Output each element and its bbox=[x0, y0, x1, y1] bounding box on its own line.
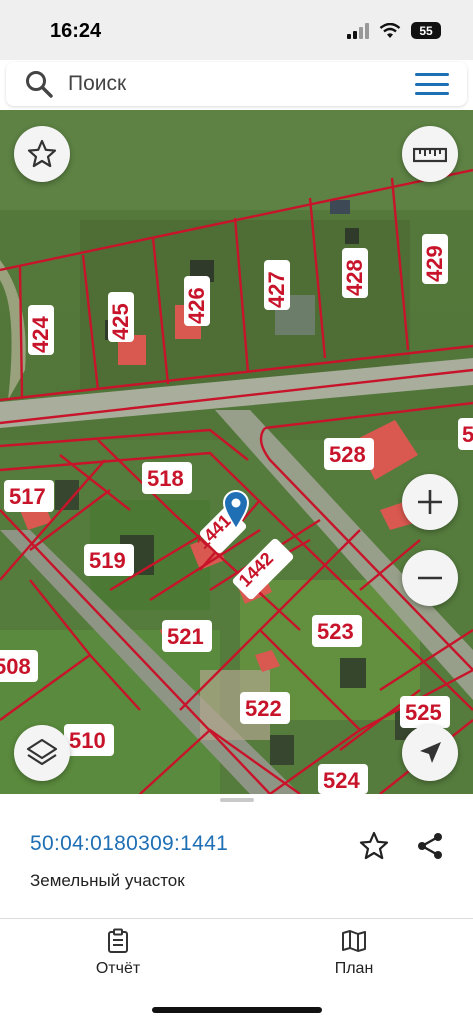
parcel-label-508[interactable]: 508 bbox=[0, 650, 38, 682]
parcel-label-424[interactable]: 424 bbox=[28, 305, 54, 355]
status-time: 16:24 bbox=[50, 20, 102, 42]
svg-text:522: 522 bbox=[245, 696, 282, 721]
parcel-label-428[interactable]: 428 bbox=[342, 248, 368, 298]
satellite-map[interactable]: 424 425 426 427 428 429 528 517 518 1441… bbox=[0, 110, 473, 794]
tab-bar-divider bbox=[0, 918, 473, 919]
svg-text:426: 426 bbox=[184, 287, 209, 324]
svg-text:517: 517 bbox=[9, 484, 46, 509]
parcel-label-427[interactable]: 427 bbox=[264, 260, 290, 310]
zoom-in-button[interactable] bbox=[402, 474, 458, 530]
favorite-map-button[interactable] bbox=[14, 126, 70, 182]
svg-text:508: 508 bbox=[0, 654, 31, 679]
layers-button[interactable] bbox=[14, 725, 70, 781]
plus-icon bbox=[418, 490, 442, 514]
svg-text:425: 425 bbox=[108, 303, 133, 340]
sheet-drag-handle[interactable] bbox=[220, 798, 254, 802]
svg-text:428: 428 bbox=[342, 259, 367, 296]
parcel-label-519[interactable]: 519 bbox=[84, 544, 134, 576]
svg-text:524: 524 bbox=[323, 768, 360, 793]
status-icons: 55 bbox=[347, 22, 441, 39]
parcel-label-521[interactable]: 521 bbox=[162, 620, 212, 652]
clipboard-icon bbox=[105, 928, 131, 954]
tab-report-label: Отчёт bbox=[95, 960, 141, 977]
parcel-label-524[interactable]: 524 bbox=[318, 764, 368, 794]
parcel-label-528[interactable]: 528 bbox=[324, 438, 374, 470]
star-icon bbox=[359, 831, 389, 860]
my-location-button[interactable] bbox=[402, 725, 458, 781]
share-button[interactable] bbox=[412, 828, 448, 864]
ruler-icon bbox=[413, 147, 447, 163]
parcel-label-517[interactable]: 517 bbox=[4, 480, 54, 512]
navigation-arrow-icon bbox=[420, 742, 441, 763]
ruler-button[interactable] bbox=[402, 126, 458, 182]
svg-text:521: 521 bbox=[167, 624, 204, 649]
parcel-label-5[interactable]: 5 bbox=[458, 418, 473, 450]
search-icon[interactable] bbox=[24, 69, 54, 99]
parcel-label-523[interactable]: 523 bbox=[312, 615, 362, 647]
parcel-label-510[interactable]: 510 bbox=[64, 724, 114, 756]
svg-text:427: 427 bbox=[264, 271, 289, 308]
svg-text:528: 528 bbox=[329, 442, 366, 467]
zoom-out-button[interactable] bbox=[402, 550, 458, 606]
svg-text:510: 510 bbox=[69, 728, 106, 753]
map-view[interactable]: 424 425 426 427 428 429 528 517 518 1441… bbox=[0, 110, 473, 794]
home-indicator bbox=[152, 1007, 322, 1013]
svg-text:519: 519 bbox=[89, 548, 126, 573]
battery-indicator: 55 bbox=[411, 22, 441, 39]
tab-plan-label: План bbox=[334, 960, 374, 977]
parcel-label-525[interactable]: 525 bbox=[400, 696, 450, 728]
parcel-label-425[interactable]: 425 bbox=[108, 292, 134, 342]
star-icon bbox=[27, 139, 57, 168]
parcel-cadastral-number[interactable]: 50:04:0180309:1441 bbox=[30, 832, 228, 856]
search-input[interactable]: Поиск bbox=[68, 72, 415, 96]
wifi-icon bbox=[379, 22, 401, 38]
status-bar: 16:24 55 bbox=[0, 0, 473, 60]
svg-text:525: 525 bbox=[405, 700, 442, 725]
svg-text:429: 429 bbox=[422, 245, 447, 282]
parcel-type: Земельный участок bbox=[30, 871, 185, 890]
add-to-favorites-button[interactable] bbox=[356, 828, 392, 864]
menu-icon[interactable] bbox=[415, 71, 449, 97]
svg-text:5: 5 bbox=[462, 422, 473, 447]
svg-text:523: 523 bbox=[317, 619, 354, 644]
tab-plan[interactable]: План bbox=[294, 928, 414, 988]
svg-text:424: 424 bbox=[28, 316, 53, 353]
parcel-label-426[interactable]: 426 bbox=[184, 276, 210, 326]
tab-report[interactable]: Отчёт bbox=[58, 928, 178, 988]
parcel-label-429[interactable]: 429 bbox=[422, 234, 448, 284]
parcel-label-522[interactable]: 522 bbox=[240, 692, 290, 724]
layers-icon bbox=[26, 738, 58, 766]
parcel-label-518[interactable]: 518 bbox=[142, 462, 192, 494]
minus-icon bbox=[418, 576, 442, 580]
share-icon bbox=[418, 833, 442, 859]
search-bar[interactable]: Поиск bbox=[6, 62, 467, 106]
cellular-signal-icon bbox=[347, 22, 369, 39]
svg-text:518: 518 bbox=[147, 466, 184, 491]
map-icon bbox=[341, 928, 367, 954]
